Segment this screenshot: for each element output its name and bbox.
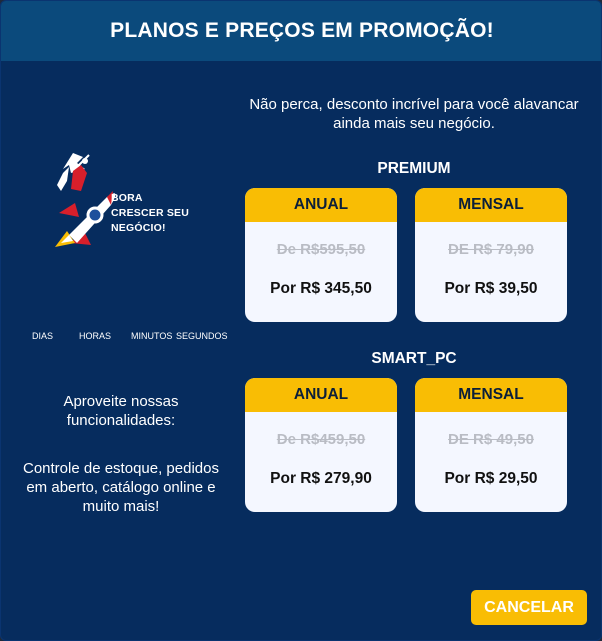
intro-text: Não perca, desconto incrível para você a… [249, 96, 579, 132]
card-period: ANUAL [245, 188, 397, 222]
card-period: ANUAL [245, 378, 397, 412]
old-price: De R$595,50 [276, 241, 366, 258]
countdown-minutes-label: MINUTOS [131, 331, 173, 341]
features-heading: Aproveite nossas funcionalidades: [63, 393, 179, 429]
features-description: Controle de estoque, pedidos em aberto, … [23, 460, 219, 515]
modal-header: PLANOS E PREÇOS EM PROMOÇÃO! [1, 1, 601, 61]
left-panel: BORA CRESCER SEU NEGÓCIO! DIAS HORAS MIN… [1, 61, 241, 581]
old-price: DE R$ 49,50 [448, 431, 534, 448]
new-price: Por R$ 29,50 [444, 470, 538, 487]
new-price: Por R$ 279,90 [270, 470, 372, 487]
new-price: Por R$ 39,50 [444, 280, 538, 297]
countdown-hours-label: HORAS [79, 331, 112, 341]
old-price: DE R$ 79,90 [448, 241, 534, 258]
modal-title: PLANOS E PREÇOS EM PROMOÇÃO! [110, 19, 494, 42]
card-period: MENSAL [415, 188, 567, 222]
bora-crescer-logo: BORA CRESCER SEU NEGÓCIO! [51, 151, 201, 261]
plan-title-smart-pc: SMART_PC [371, 350, 457, 367]
plan-card-premium-anual[interactable]: ANUAL De R$595,50 Por R$ 345,50 [245, 188, 397, 322]
old-price: De R$459,50 [276, 431, 366, 448]
logo-tagline: BORA CRESCER SEU NEGÓCIO! [111, 192, 190, 234]
new-price: Por R$ 345,50 [270, 280, 372, 297]
card-period: MENSAL [415, 378, 567, 412]
plan-card-smart-pc-anual[interactable]: ANUAL De R$459,50 Por R$ 279,90 [245, 378, 397, 512]
plan-title-premium: PREMIUM [377, 160, 451, 177]
countdown-labels: DIAS HORAS MINUTOS SEGUNDOS [1, 331, 241, 345]
plan-card-premium-mensal[interactable]: MENSAL DE R$ 79,90 Por R$ 39,50 [415, 188, 567, 322]
cancel-button[interactable]: CANCELAR [471, 590, 587, 625]
countdown-seconds-label: SEGUNDOS [176, 331, 228, 341]
plan-card-smart-pc-mensal[interactable]: MENSAL DE R$ 49,50 Por R$ 29,50 [415, 378, 567, 512]
promo-modal: PLANOS E PREÇOS EM PROMOÇÃO! BORA CRESCE… [0, 0, 602, 641]
countdown-days-label: DIAS [32, 331, 54, 341]
